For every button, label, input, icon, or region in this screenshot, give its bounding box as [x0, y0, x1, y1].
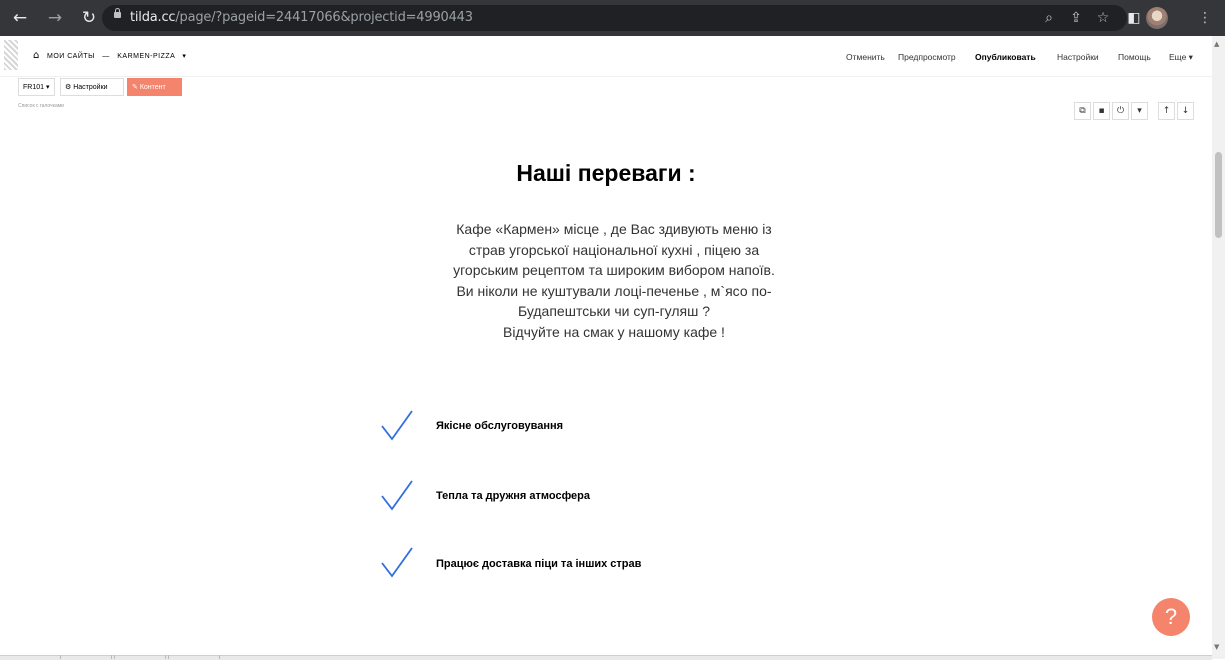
- trash-icon[interactable]: ▪: [1093, 102, 1110, 120]
- breadcrumb[interactable]: МОИ САЙТЫ — KARMEN-PIZZA ▾: [47, 52, 186, 60]
- help-button[interactable]: ?: [1152, 598, 1190, 636]
- breadcrumb-sites[interactable]: МОИ САЙТЫ: [47, 53, 95, 60]
- scrollbar-track[interactable]: [1212, 36, 1225, 659]
- bottom-tab[interactable]: [60, 655, 112, 659]
- browser-toolbar: ← → ↻ tilda.cc/page/?pageid=24417066&pro…: [0, 0, 1225, 36]
- cancel-button[interactable]: Отменить: [846, 52, 885, 62]
- description-line: Будапештськи чи суп-гуляш ?: [517, 303, 711, 319]
- description-line: Відчуйте на смак у нашому кафе !: [503, 323, 725, 340]
- gear-icon: ⚙: [65, 84, 72, 91]
- breadcrumb-project[interactable]: KARMEN-PIZZA: [117, 53, 175, 60]
- block-content-button[interactable]: ✎ Контент: [127, 78, 182, 96]
- bottom-tab[interactable]: [114, 655, 166, 659]
- copy-icon[interactable]: ⧉: [1074, 102, 1091, 120]
- description-line: страв угорської національної кухні , піц…: [468, 241, 760, 258]
- check-icon: [381, 410, 413, 441]
- scroll-up-icon[interactable]: ▲: [1214, 40, 1219, 48]
- zoom-icon[interactable]: ⌕: [1039, 8, 1059, 28]
- arrow-up-icon[interactable]: ↑: [1158, 102, 1175, 120]
- publish-button[interactable]: Опубликовать: [975, 52, 1036, 62]
- block-more-dropdown[interactable]: ▾: [1131, 102, 1148, 120]
- section-description: Кафе «Кармен» місце , де Вас здивують ме…: [432, 219, 796, 342]
- feature-label: Якісне обслуговування: [436, 420, 564, 432]
- reload-icon[interactable]: ↻: [79, 8, 99, 28]
- scroll-down-icon[interactable]: ▼: [1214, 643, 1219, 651]
- description-line: Ви ніколи не куштували лоці-печенье , м`…: [456, 282, 772, 299]
- scrollbar-thumb[interactable]: [1215, 152, 1222, 238]
- sidepanel-icon[interactable]: ◧: [1124, 8, 1144, 28]
- share-icon[interactable]: ⇪: [1066, 8, 1086, 28]
- pencil-icon: ✎: [132, 84, 138, 91]
- drag-handle-pattern: [4, 40, 18, 70]
- description-line: Кафе «Кармен» місце , де Вас здивують ме…: [456, 221, 772, 237]
- section-heading: Наші переваги :: [516, 160, 696, 186]
- block-settings-button[interactable]: ⚙ Настройки: [60, 78, 124, 96]
- preview-button[interactable]: Предпросмотр: [898, 52, 956, 62]
- back-arrow-icon[interactable]: ←: [10, 8, 30, 28]
- star-icon[interactable]: ☆: [1093, 8, 1113, 28]
- check-icon: [381, 547, 413, 578]
- profile-avatar[interactable]: [1146, 7, 1168, 29]
- forward-arrow-icon[interactable]: →: [45, 8, 65, 28]
- block-type-note: Список с галочками: [18, 103, 64, 109]
- bottom-tab[interactable]: [168, 655, 220, 659]
- help-menu-button[interactable]: Помощь: [1118, 52, 1151, 62]
- url-text[interactable]: tilda.cc/page/?pageid=24417066&projectid…: [130, 10, 473, 25]
- breadcrumb-separator: —: [102, 53, 110, 60]
- arrow-down-icon[interactable]: ↓: [1177, 102, 1194, 120]
- settings-button[interactable]: Настройки: [1057, 52, 1099, 62]
- feature-label: Тепла та дружня атмосфера: [436, 490, 591, 502]
- address-bar[interactable]: tilda.cc/page/?pageid=24417066&projectid…: [102, 5, 1127, 31]
- chevron-down-icon[interactable]: ▾: [182, 53, 186, 60]
- block-id-dropdown[interactable]: FR101 ▾: [18, 78, 55, 96]
- kebab-menu-icon[interactable]: ⋮: [1195, 8, 1215, 28]
- more-menu-button[interactable]: Еще ▾: [1169, 52, 1193, 63]
- check-icon: [381, 480, 413, 511]
- power-icon[interactable]: ⏻: [1112, 102, 1129, 120]
- description-line: угорським рецептом та широким вибором на…: [453, 262, 775, 278]
- home-icon[interactable]: ⌂: [33, 50, 39, 61]
- lock-icon[interactable]: [114, 8, 121, 18]
- feature-label: Працює доставка піци та інших страв: [436, 558, 642, 570]
